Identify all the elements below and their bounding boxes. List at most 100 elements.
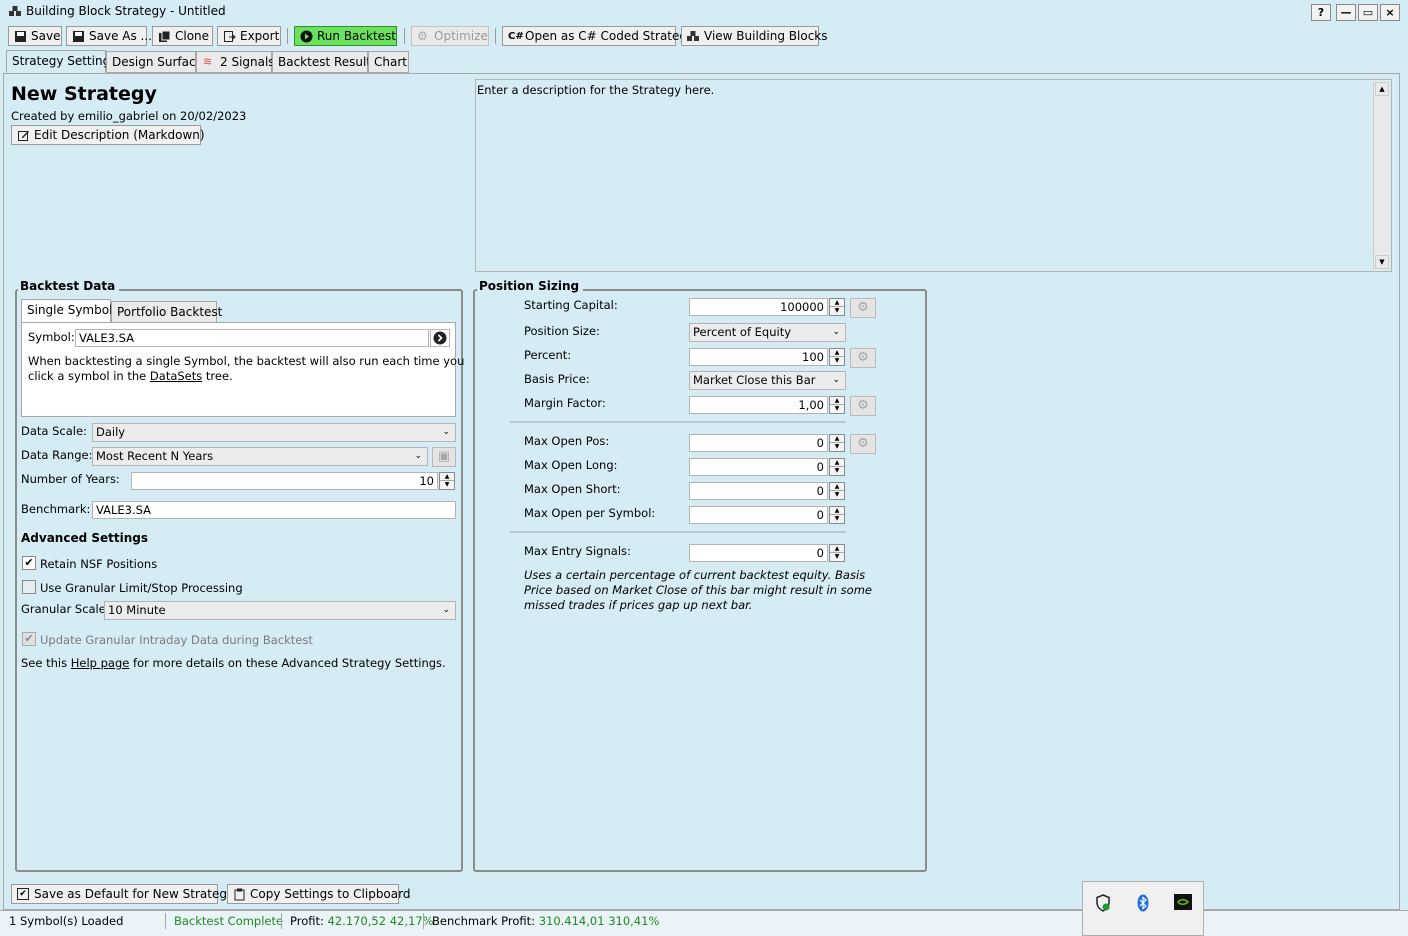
margin-factor-spinner[interactable]: ▲ ▼ (829, 396, 845, 414)
help-page-link[interactable]: Help page (71, 656, 130, 670)
save-range-button[interactable]: ▣ (432, 447, 456, 467)
tab-strategy-settings[interactable]: Strategy Settings (6, 50, 116, 73)
maximize-button[interactable]: ▭ (1358, 4, 1378, 21)
symbol-go-button[interactable] (430, 329, 450, 347)
max-entry-signals-input[interactable]: 0 (689, 544, 828, 562)
security-shield-icon[interactable] (1095, 894, 1111, 912)
position-size-select[interactable]: Percent of Equity ⌄ (689, 323, 846, 342)
close-button[interactable]: × (1380, 4, 1400, 21)
tab-design-surface[interactable]: Design Surface (106, 51, 203, 73)
retain-nsf-checkbox[interactable]: ✔ (22, 556, 36, 570)
status-separator (281, 913, 282, 929)
basis-price-select[interactable]: Market Close this Bar ⌄ (689, 371, 846, 390)
help-text-line2: click a symbol in the DataSets tree. (28, 369, 233, 383)
data-scale-select[interactable]: Daily ⌄ (92, 423, 456, 442)
view-building-blocks-button[interactable]: View Building Blocks (681, 26, 828, 46)
run-backtest-button[interactable]: Run Backtest (294, 26, 397, 46)
sizing-note-line1: Uses a certain percentage of current bac… (524, 568, 866, 582)
datasets-link[interactable]: DataSets (150, 369, 202, 383)
gears-icon: ⚙ (417, 29, 428, 43)
margin-factor-label: Margin Factor: (524, 396, 606, 410)
chevron-down-icon: ⌄ (832, 327, 840, 337)
single-symbol-panel: Symbol: VALE3.SA When backtesting a sing… (21, 322, 464, 417)
checkbox-icon: ✔ (17, 888, 29, 900)
margin-factor-gear-button[interactable]: ⚙ (850, 396, 876, 416)
export-button[interactable]: Export (217, 26, 281, 46)
max-open-short-label: Max Open Short: (524, 482, 621, 496)
divider (510, 421, 846, 423)
clipboard-icon (234, 888, 245, 901)
chevron-down-icon: ⌄ (442, 605, 450, 615)
scroll-up-icon[interactable]: ▲ (1375, 82, 1389, 96)
number-of-years-input[interactable]: 10 (131, 472, 438, 490)
floppy-icon (73, 31, 84, 42)
title-bar: Building Block Strategy - Untitled ? — ▭… (0, 0, 1408, 23)
max-open-pos-spinner[interactable]: ▲ ▼ (829, 434, 845, 452)
percent-label: Percent: (524, 348, 572, 362)
scroll-down-icon[interactable]: ▼ (1375, 255, 1389, 269)
data-range-label: Data Range: (21, 448, 93, 462)
granular-limit-checkbox[interactable] (22, 580, 36, 594)
gears-icon: ⚙ (857, 350, 869, 365)
starting-capital-spinner[interactable]: ▲ ▼ (829, 298, 845, 316)
benchmark-input[interactable]: VALE3.SA (92, 501, 456, 519)
blocks-icon (687, 31, 699, 41)
strategy-name: New Strategy (11, 83, 157, 105)
tab-single-symbol[interactable]: Single Symbol (21, 299, 112, 323)
gears-icon: ⚙ (857, 398, 869, 413)
optimize-button[interactable]: ⚙ Optimize (411, 26, 489, 46)
update-granular-checkbox[interactable]: ✔ (22, 632, 36, 646)
max-open-short-input[interactable]: 0 (689, 482, 828, 500)
data-scale-label: Data Scale: (21, 424, 87, 438)
gears-icon: ⚙ (857, 300, 869, 315)
max-open-per-symbol-spinner[interactable]: ▲ ▼ (829, 506, 845, 524)
description-scrollbar[interactable]: ▲ ▼ (1373, 81, 1390, 270)
granular-scale-label: Granular Scale (21, 602, 106, 616)
max-open-long-spinner[interactable]: ▲ ▼ (829, 458, 845, 476)
description-textarea[interactable]: Enter a description for the Strategy her… (475, 79, 1392, 272)
number-of-years-spinner[interactable]: ▲ ▼ (439, 472, 455, 490)
minimize-button[interactable]: — (1336, 4, 1356, 21)
max-open-short-spinner[interactable]: ▲ ▼ (829, 482, 845, 500)
max-entry-signals-spinner[interactable]: ▲ ▼ (829, 544, 845, 562)
edit-description-button[interactable]: Edit Description (Markdown) (11, 125, 205, 145)
status-separator (165, 913, 166, 929)
nvidia-icon[interactable] (1174, 894, 1192, 910)
csharp-icon: C# (508, 31, 524, 42)
starting-capital-gear-button[interactable]: ⚙ (850, 298, 876, 318)
granular-limit-label: Use Granular Limit/Stop Processing (40, 581, 243, 595)
percent-gear-button[interactable]: ⚙ (850, 348, 876, 368)
starting-capital-input[interactable]: 100000 (689, 298, 828, 316)
symbol-label: Symbol: (28, 330, 75, 344)
percent-spinner[interactable]: ▲ ▼ (829, 348, 845, 366)
max-entry-signals-label: Max Entry Signals: (524, 544, 631, 558)
bluetooth-icon[interactable] (1137, 894, 1149, 912)
save-as-button[interactable]: Save As ... (66, 26, 152, 46)
tab-backtest-results[interactable]: Backtest Results (272, 51, 377, 73)
margin-factor-input[interactable]: 1,00 (689, 396, 828, 414)
symbol-input[interactable]: VALE3.SA (75, 329, 429, 347)
max-open-long-input[interactable]: 0 (689, 458, 828, 476)
update-granular-label: Update Granular Intraday Data during Bac… (40, 633, 313, 647)
max-open-per-symbol-input[interactable]: 0 (689, 506, 828, 524)
tab-chart[interactable]: Chart (368, 51, 409, 73)
help-text-line1: When backtesting a single Symbol, the ba… (28, 354, 465, 368)
copy-icon (159, 30, 171, 42)
percent-input[interactable]: 100 (689, 348, 828, 366)
max-open-pos-input[interactable]: 0 (689, 434, 828, 452)
copy-settings-button[interactable]: Copy Settings to Clipboard (227, 884, 410, 904)
save-as-default-button[interactable]: ✔ Save as Default for New Strategies (11, 884, 244, 904)
clone-button[interactable]: Clone (152, 26, 213, 46)
data-range-select[interactable]: Most Recent N Years ⌄ (92, 447, 428, 466)
save-button[interactable]: Save (8, 26, 62, 46)
tab-signals[interactable]: ≋ 2 Signals (196, 51, 275, 73)
max-open-pos-gear-button[interactable]: ⚙ (850, 434, 876, 454)
tab-portfolio-backtest[interactable]: Portfolio Backtest (111, 301, 222, 323)
granular-scale-select[interactable]: 10 Minute ⌄ (104, 601, 456, 620)
open-coded-strategy-button[interactable]: C# Open as C# Coded Strategy (502, 26, 694, 46)
toolbar-separator (404, 28, 405, 44)
help-button[interactable]: ? (1311, 4, 1331, 21)
see-help-text: See this Help page for more details on t… (21, 656, 446, 670)
chevron-down-icon: ⌄ (832, 375, 840, 385)
toolbar-separator (287, 28, 288, 44)
